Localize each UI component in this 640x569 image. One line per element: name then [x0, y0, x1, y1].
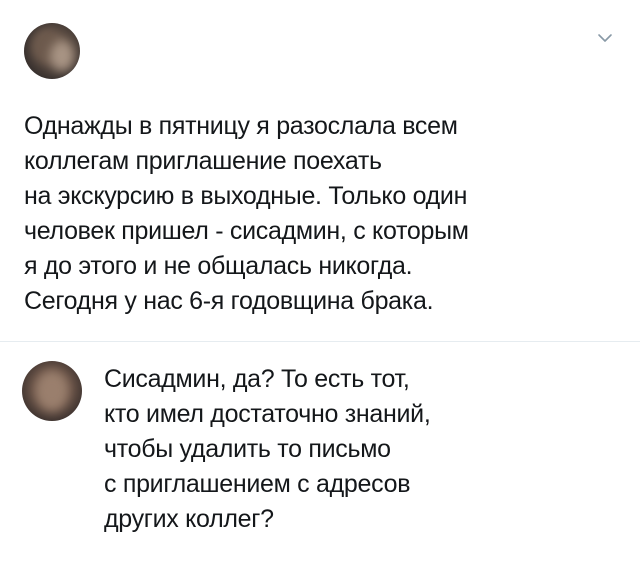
tweet-text-line: коллегам приглашение поехать	[24, 147, 382, 175]
reply-text-line: с приглашением с адресов	[104, 470, 411, 498]
divider	[0, 341, 640, 342]
tweet-text-line: я до этого и не общалась никогда.	[24, 252, 413, 280]
tweet-screenshot: Однажды в пятницу я разослала всем колле…	[0, 0, 640, 569]
tweet-text-line: Однажды в пятницу я разослала всем	[24, 112, 458, 140]
reply-text-line: Сисадмин, да? То есть тот,	[104, 365, 410, 393]
tweet: Однажды в пятницу я разослала всем колле…	[0, 0, 640, 340]
author-handle[interactable]	[95, 57, 185, 71]
tweet-text-line: Сегодня у нас 6-я годовщина брака.	[24, 287, 434, 315]
reply-text-line: других коллег?	[104, 505, 274, 533]
chevron-down-icon[interactable]	[596, 31, 614, 45]
reply-text-line: чтобы удалить то письмо	[104, 435, 391, 463]
reply-text: Сисадмин, да? То есть тот, кто имел дост…	[104, 362, 624, 537]
reply-avatar[interactable]	[22, 361, 82, 421]
tweet-text-line: человек пришел - сисадмин, с которым	[24, 217, 469, 245]
author-avatar[interactable]	[24, 23, 80, 79]
author-name[interactable]	[95, 32, 185, 46]
reply-text-line: кто имел достаточно знаний,	[104, 400, 431, 428]
tweet-text: Однажды в пятницу я разослала всем колле…	[24, 109, 624, 319]
tweet-text-line: на экскурсию в выходные. Только один	[24, 182, 468, 210]
avatar-blur	[36, 371, 68, 411]
avatar-blur	[50, 41, 74, 71]
